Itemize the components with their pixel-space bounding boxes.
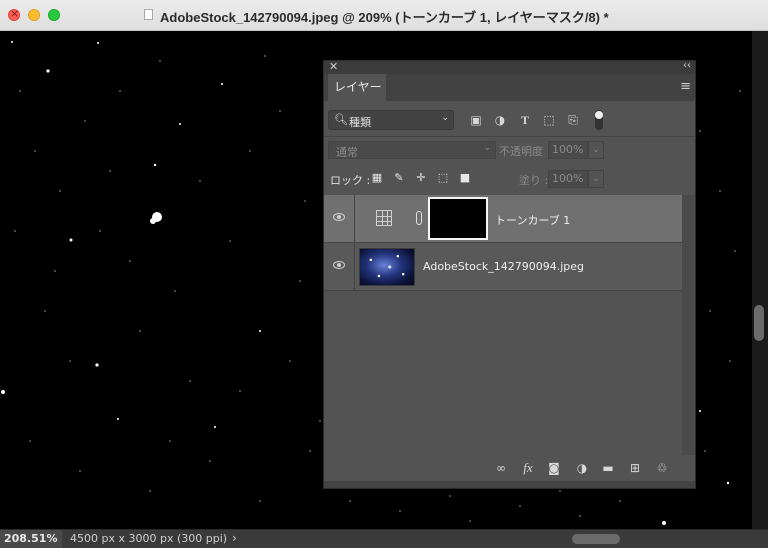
layer-name[interactable]: AdobeStock_142790094.jpeg (423, 260, 584, 273)
layers-panel: ✕ ‹‹ レイヤー ≡ 🔍︎ 種類 ⌄ ▣ ◑ T ⬚ ⎘ 通常 ⌄ 不透明度 … (323, 60, 696, 489)
blend-mode-value: 通常 (336, 146, 358, 159)
lock-transparency-icon[interactable]: ▦ (370, 171, 384, 185)
fx-icon[interactable]: fx (520, 460, 536, 476)
lock-position-icon[interactable]: ✛ (414, 171, 428, 185)
type-filter-icon[interactable]: T (517, 112, 533, 128)
new-group-icon[interactable]: ▬ (600, 460, 616, 476)
status-menu-arrow-icon[interactable]: › (232, 531, 237, 545)
add-mask-icon[interactable]: ◙ (546, 460, 562, 476)
link-mask-icon[interactable] (416, 211, 422, 225)
vertical-scrollbar[interactable] (752, 31, 768, 529)
lock-image-icon[interactable]: ✎ (392, 171, 406, 185)
visibility-toggle[interactable] (324, 195, 355, 243)
lock-artboard-icon[interactable]: ⬚ (436, 171, 450, 185)
lock-all-icon[interactable]: ■ (458, 171, 472, 185)
fill-label: 塗り : (519, 174, 549, 187)
layer-thumbnail[interactable] (359, 248, 415, 286)
zoom-level-field[interactable]: 208.51% (0, 530, 62, 548)
lock-row: ロック : ▦ ✎ ✛ ⬚ ■ 塗り : 100% ⌄ (324, 169, 695, 191)
eye-icon (333, 213, 345, 221)
blend-row: 通常 ⌄ 不透明度 : 100% ⌄ (324, 140, 695, 162)
panel-resize-grip[interactable] (324, 481, 695, 488)
layer-name[interactable]: トーンカーブ 1 (495, 212, 570, 228)
eye-icon (333, 261, 345, 269)
new-adjustment-icon[interactable]: ◑ (574, 460, 590, 476)
document-icon (144, 9, 153, 20)
window-minimize-button[interactable] (28, 9, 40, 21)
adjustment-filter-icon[interactable]: ◑ (492, 112, 508, 128)
panel-bottom-toolbar: ∞ fx ◙ ◑ ▬ ⊞ ♲ (324, 457, 695, 479)
search-icon: 🔍︎ (334, 113, 348, 126)
visibility-toggle[interactable] (324, 243, 355, 291)
tab-layers[interactable]: レイヤー (328, 74, 386, 102)
status-bar: 208.51% 4500 px x 3000 px (300 ppi) › (0, 529, 768, 548)
lock-label: ロック : (330, 174, 371, 187)
panel-close-icon[interactable]: ✕ (329, 60, 338, 73)
layer-mask-thumbnail[interactable] (428, 197, 488, 240)
layer-row-image[interactable]: AdobeStock_142790094.jpeg (324, 243, 682, 291)
chevron-down-icon: ⌄ (441, 113, 449, 123)
filter-kind-label: 種類 (349, 116, 371, 129)
curves-adjustment-icon[interactable] (376, 210, 392, 226)
chevron-down-icon: ⌄ (483, 143, 491, 153)
link-layers-icon[interactable]: ∞ (493, 460, 509, 476)
divider (324, 136, 695, 137)
opacity-label: 不透明度 : (499, 145, 551, 158)
document-info: 4500 px x 3000 px (300 ppi) (70, 532, 228, 545)
horizontal-scroll-thumb[interactable] (572, 534, 620, 544)
panel-menu-icon[interactable]: ≡ (680, 79, 691, 94)
window-title: AdobeStock_142790094.jpeg @ 209% (トーンカーブ… (160, 10, 609, 25)
filter-toggle-switch[interactable] (595, 110, 603, 130)
title-bar: AdobeStock_142790094.jpeg @ 209% (トーンカーブ… (0, 0, 768, 31)
layers-list-scrollbar[interactable] (682, 195, 695, 455)
layers-list: トーンカーブ 1 AdobeStock_142790094.jpeg (324, 195, 682, 455)
fill-dropdown-button[interactable]: ⌄ (588, 170, 604, 188)
layer-filter-row: 🔍︎ 種類 ⌄ ▣ ◑ T ⬚ ⎘ (324, 109, 695, 133)
blend-mode-select[interactable]: 通常 ⌄ (328, 141, 496, 159)
opacity-dropdown-button[interactable]: ⌄ (588, 141, 604, 159)
image-filter-icon[interactable]: ▣ (468, 112, 484, 128)
panel-tab-bar: レイヤー ≡ (324, 74, 695, 102)
window-close-button[interactable] (8, 7, 20, 21)
panel-collapse-icon[interactable]: ‹‹ (683, 60, 691, 71)
shape-filter-icon[interactable]: ⬚ (541, 112, 557, 128)
new-layer-icon[interactable]: ⊞ (627, 460, 643, 476)
panel-header-bar: ✕ ‹‹ (324, 60, 695, 74)
smart-object-filter-icon[interactable]: ⎘ (565, 112, 581, 128)
vertical-scroll-thumb[interactable] (754, 305, 764, 341)
opacity-field[interactable]: 100% (548, 141, 588, 159)
fill-field[interactable]: 100% (548, 170, 588, 188)
window-maximize-button[interactable] (48, 9, 60, 21)
filter-kind-select[interactable]: 🔍︎ 種類 ⌄ (328, 110, 454, 130)
delete-layer-icon[interactable]: ♲ (654, 460, 670, 476)
layer-row-curves[interactable]: トーンカーブ 1 (324, 195, 682, 243)
